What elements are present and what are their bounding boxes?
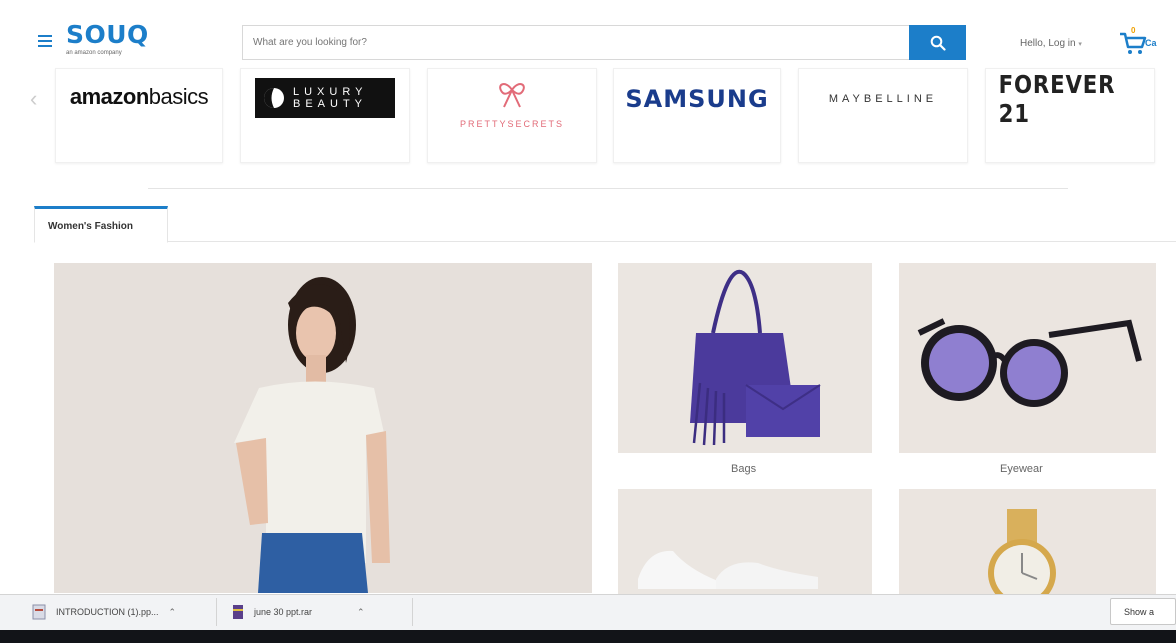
- watch-illustration: [899, 489, 1156, 594]
- cart-label[interactable]: Ca: [1145, 38, 1157, 48]
- downloads-separator: [412, 598, 413, 626]
- amazon-prefix: amazon: [69, 83, 149, 109]
- login-link[interactable]: Hello, Log in ▾: [1020, 38, 1082, 49]
- chevron-up-icon[interactable]: ⌃: [169, 607, 177, 618]
- brand-samsung[interactable]: SAMSUNG: [613, 68, 781, 163]
- eyewear-tile-image[interactable]: [899, 263, 1156, 453]
- souq-homepage: SOUQ an amazon company Hello, Log in ▾ 0…: [0, 0, 1176, 643]
- maybelline-logo: MAYBELLINE: [828, 92, 938, 105]
- luxury-line2: BEAUTY: [293, 97, 368, 110]
- bags-label[interactable]: Bags: [731, 463, 756, 475]
- sunglasses-illustration: [899, 263, 1156, 453]
- menu-icon[interactable]: [38, 35, 52, 47]
- shoes-tile-image[interactable]: [618, 489, 872, 594]
- luxury-line1: LUXURY: [293, 85, 368, 98]
- download-item-2-name: june 30 ppt.rar: [254, 607, 313, 617]
- archive-icon: [233, 605, 243, 619]
- cart-icon[interactable]: [1118, 30, 1148, 56]
- search-box: [242, 25, 910, 60]
- forever21-logo: FOREVER 21: [998, 69, 1116, 128]
- amazonbasics-logo: amazonbasics: [69, 83, 209, 110]
- prettysecrets-logo: PRETTYSECRETS: [460, 82, 564, 129]
- luxury-text: LUXURY BEAUTY: [293, 86, 367, 110]
- login-text: Hello, Log in: [1020, 38, 1076, 49]
- bag-illustration: [618, 263, 872, 453]
- bags-tile-image[interactable]: [618, 263, 872, 453]
- prettysecrets-text: PRETTYSECRETS: [459, 119, 564, 129]
- chevron-down-icon: ▾: [1078, 41, 1082, 48]
- site-header: SOUQ an amazon company Hello, Log in ▾ 0…: [0, 0, 1176, 72]
- downloads-separator: [216, 598, 217, 626]
- logo-text: SOUQ: [66, 20, 149, 49]
- section-divider: [148, 188, 1068, 189]
- bow-icon: [499, 83, 525, 108]
- carousel-prev-icon[interactable]: ‹: [30, 86, 37, 112]
- brand-luxury-beauty[interactable]: LUXURY BEAUTY: [240, 68, 410, 163]
- souq-logo[interactable]: SOUQ an amazon company: [66, 20, 149, 57]
- tab-womens-fashion[interactable]: Women's Fashion: [34, 206, 168, 243]
- logo-subtitle: an amazon company: [66, 50, 122, 56]
- model-illustration: [54, 263, 592, 593]
- file-icon: [32, 604, 46, 620]
- search-icon: [930, 35, 946, 51]
- category-tab-bar: [34, 206, 1176, 242]
- amazon-suffix: basics: [148, 83, 209, 109]
- chevron-up-icon[interactable]: ⌃: [357, 607, 365, 618]
- download-item-1[interactable]: INTRODUCTION (1).pp... ⌃: [32, 600, 214, 624]
- show-all-downloads-button[interactable]: Show a: [1110, 598, 1176, 625]
- sneakers-illustration: [618, 489, 872, 594]
- os-taskbar: [0, 630, 1176, 643]
- search-button[interactable]: [909, 25, 966, 60]
- luxury-face-icon: [264, 87, 284, 108]
- womens-fashion-hero-image[interactable]: [54, 263, 592, 593]
- search-input[interactable]: [243, 26, 910, 59]
- eyewear-label[interactable]: Eyewear: [1000, 463, 1043, 475]
- download-item-2[interactable]: june 30 ppt.rar ⌃: [232, 600, 410, 624]
- brand-prettysecrets[interactable]: PRETTYSECRETS: [427, 68, 597, 163]
- brand-forever21[interactable]: FOREVER 21: [985, 68, 1155, 163]
- brand-maybelline[interactable]: MAYBELLINE: [798, 68, 968, 163]
- download-item-1-name: INTRODUCTION (1).pp...: [56, 607, 159, 617]
- watches-tile-image[interactable]: [899, 489, 1156, 594]
- luxury-beauty-logo: LUXURY BEAUTY: [255, 77, 395, 118]
- samsung-logo: SAMSUNG: [625, 84, 769, 113]
- brand-amazonbasics[interactable]: amazonbasics: [55, 68, 223, 163]
